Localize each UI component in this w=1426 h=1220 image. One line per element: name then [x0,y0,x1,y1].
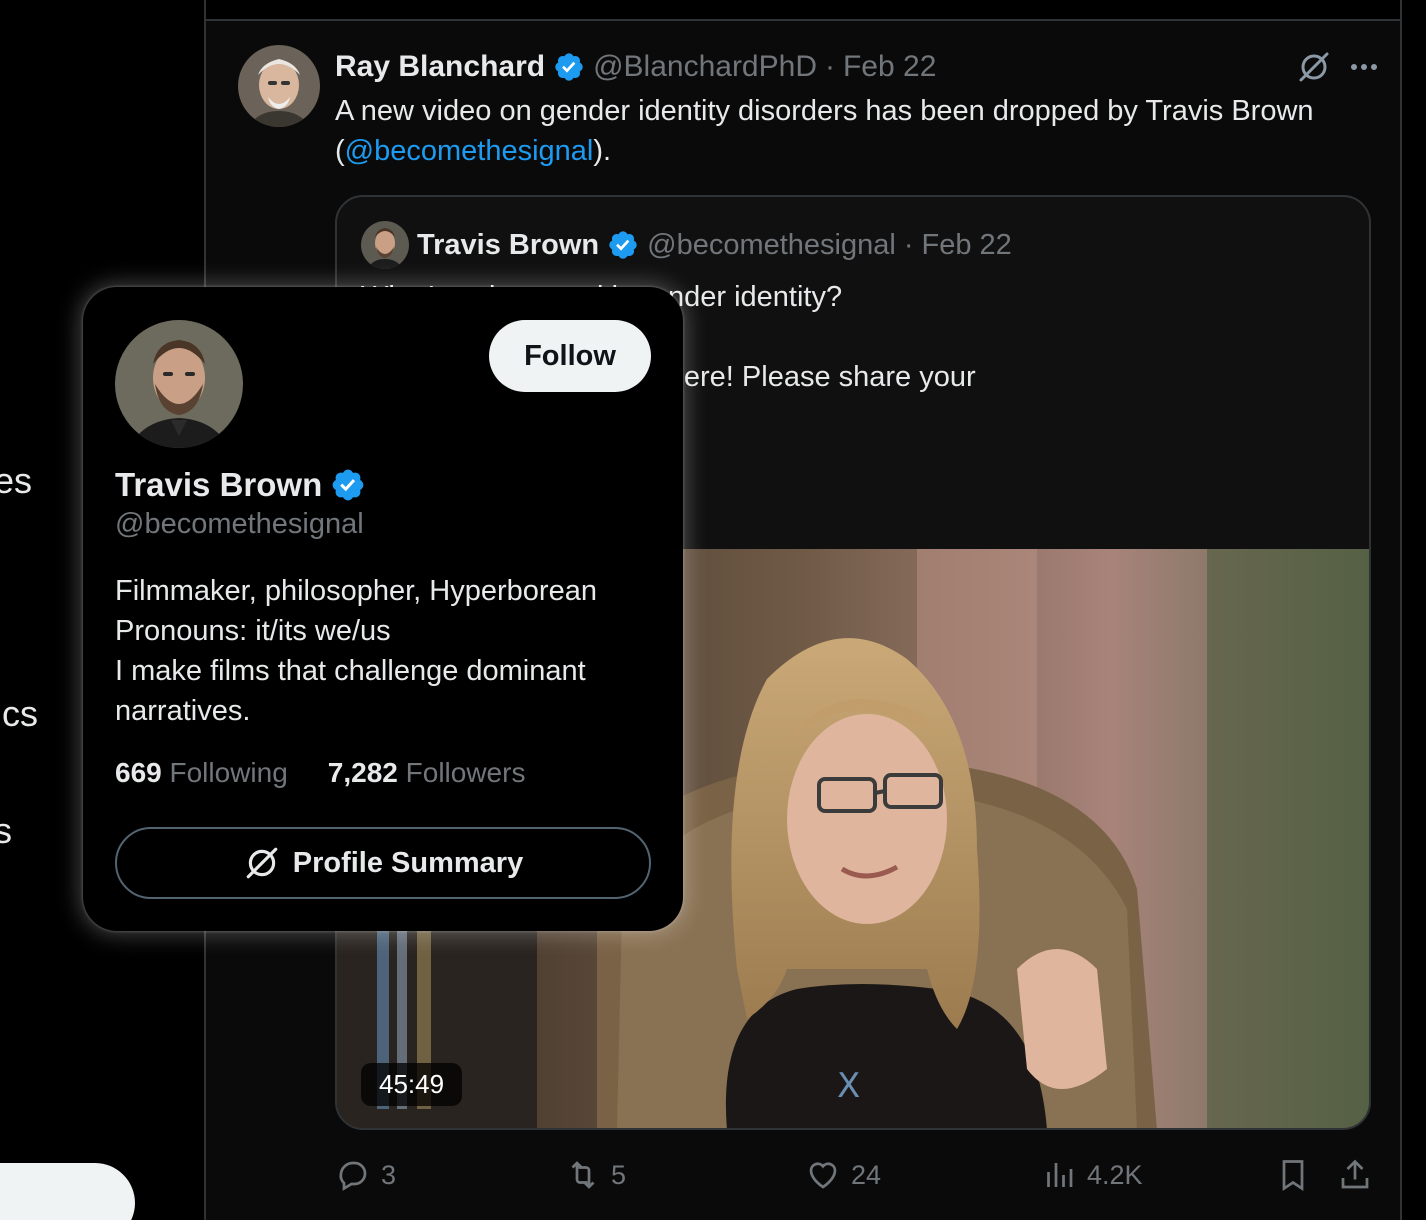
grok-icon [246,847,278,879]
followers-stat[interactable]: 7,282 Followers [328,757,526,789]
repost-count: 5 [611,1159,627,1190]
avatar[interactable] [238,45,320,127]
bookmark-icon [1282,1160,1304,1192]
following-label: Following [169,757,288,788]
grok-icon[interactable] [1296,49,1332,85]
author-name[interactable]: Travis Brown [417,229,599,262]
tweet-header: Ray Blanchard @BlanchardPhD · Feb 22 [335,47,936,87]
like-count: 24 [851,1159,882,1190]
profile-stats: 669 Following 7,282 Followers [115,757,525,789]
tweet-date[interactable]: Feb 22 [843,50,936,84]
bookmark-button[interactable] [1275,1153,1311,1197]
author-handle[interactable]: @becomethesignal [647,229,896,262]
video-duration: 45:49 [361,1063,463,1106]
bio-line: Filmmaker, philosopher, Hyperborean [115,575,597,607]
following-stat[interactable]: 669 Following [115,757,288,789]
author-name[interactable]: Ray Blanchard [335,50,545,84]
share-button[interactable] [1337,1153,1373,1197]
verified-badge-icon [330,467,366,503]
profile-hovercard: Follow Travis Brown @becomethesignal Fil… [83,287,683,931]
avatar[interactable] [361,221,409,269]
reply-icon [339,1161,367,1191]
followers-label: Followers [405,757,526,788]
views-button[interactable]: 4.2K [1041,1153,1143,1197]
heart-icon [809,1162,837,1189]
like-button[interactable]: 24 [805,1153,881,1197]
verified-badge-icon [607,229,639,261]
nav-item-fragment[interactable]: s [0,810,12,852]
bio-line: narratives. [115,695,251,727]
profile-name[interactable]: Travis Brown [115,466,322,504]
profile-name-row: Travis Brown [115,463,366,507]
avatar[interactable] [115,320,243,448]
tweet-date[interactable]: Feb 22 [922,229,1012,262]
post-button[interactable] [0,1163,135,1220]
views-count: 4.2K [1087,1159,1143,1190]
tweet-text: A new video on gender identity disorders… [335,91,1335,171]
profile-summary-label: Profile Summary [292,846,524,879]
repost-icon [571,1161,595,1189]
bio-line: Pronouns: it/its we/us [115,615,391,647]
followers-count: 7,282 [327,757,398,788]
nav-item-fragment[interactable]: ics [0,693,38,735]
nav-item-fragment[interactable]: es [0,460,32,502]
separator: · [903,228,914,261]
action-bar: 3 5 24 4.2K [335,1153,1375,1197]
profile-handle[interactable]: @becomethesignal [115,508,364,541]
quote-header: Travis Brown @becomethesignal · Feb 22 [417,225,1012,265]
mention-link[interactable]: @becomethesignal [345,135,594,167]
author-handle[interactable]: @BlanchardPhD [593,50,817,84]
follow-button[interactable]: Follow [489,320,651,392]
reply-count: 3 [381,1159,397,1190]
svg-text:X: X [837,1066,860,1106]
profile-summary-button[interactable]: Profile Summary [115,827,651,899]
repost-button[interactable]: 5 [565,1153,626,1197]
reply-button[interactable]: 3 [335,1153,396,1197]
tweet-text-part: ). [593,135,612,167]
share-icon [1341,1159,1369,1189]
analytics-icon [1047,1163,1073,1187]
bio-line: I make films that challenge dominant [115,655,586,687]
following-count: 669 [115,757,162,788]
verified-badge-icon [553,51,585,83]
profile-bio: Filmmaker, philosopher, Hyperborean Pron… [115,571,655,731]
separator: · [824,50,835,83]
more-icon[interactable] [1346,49,1382,85]
